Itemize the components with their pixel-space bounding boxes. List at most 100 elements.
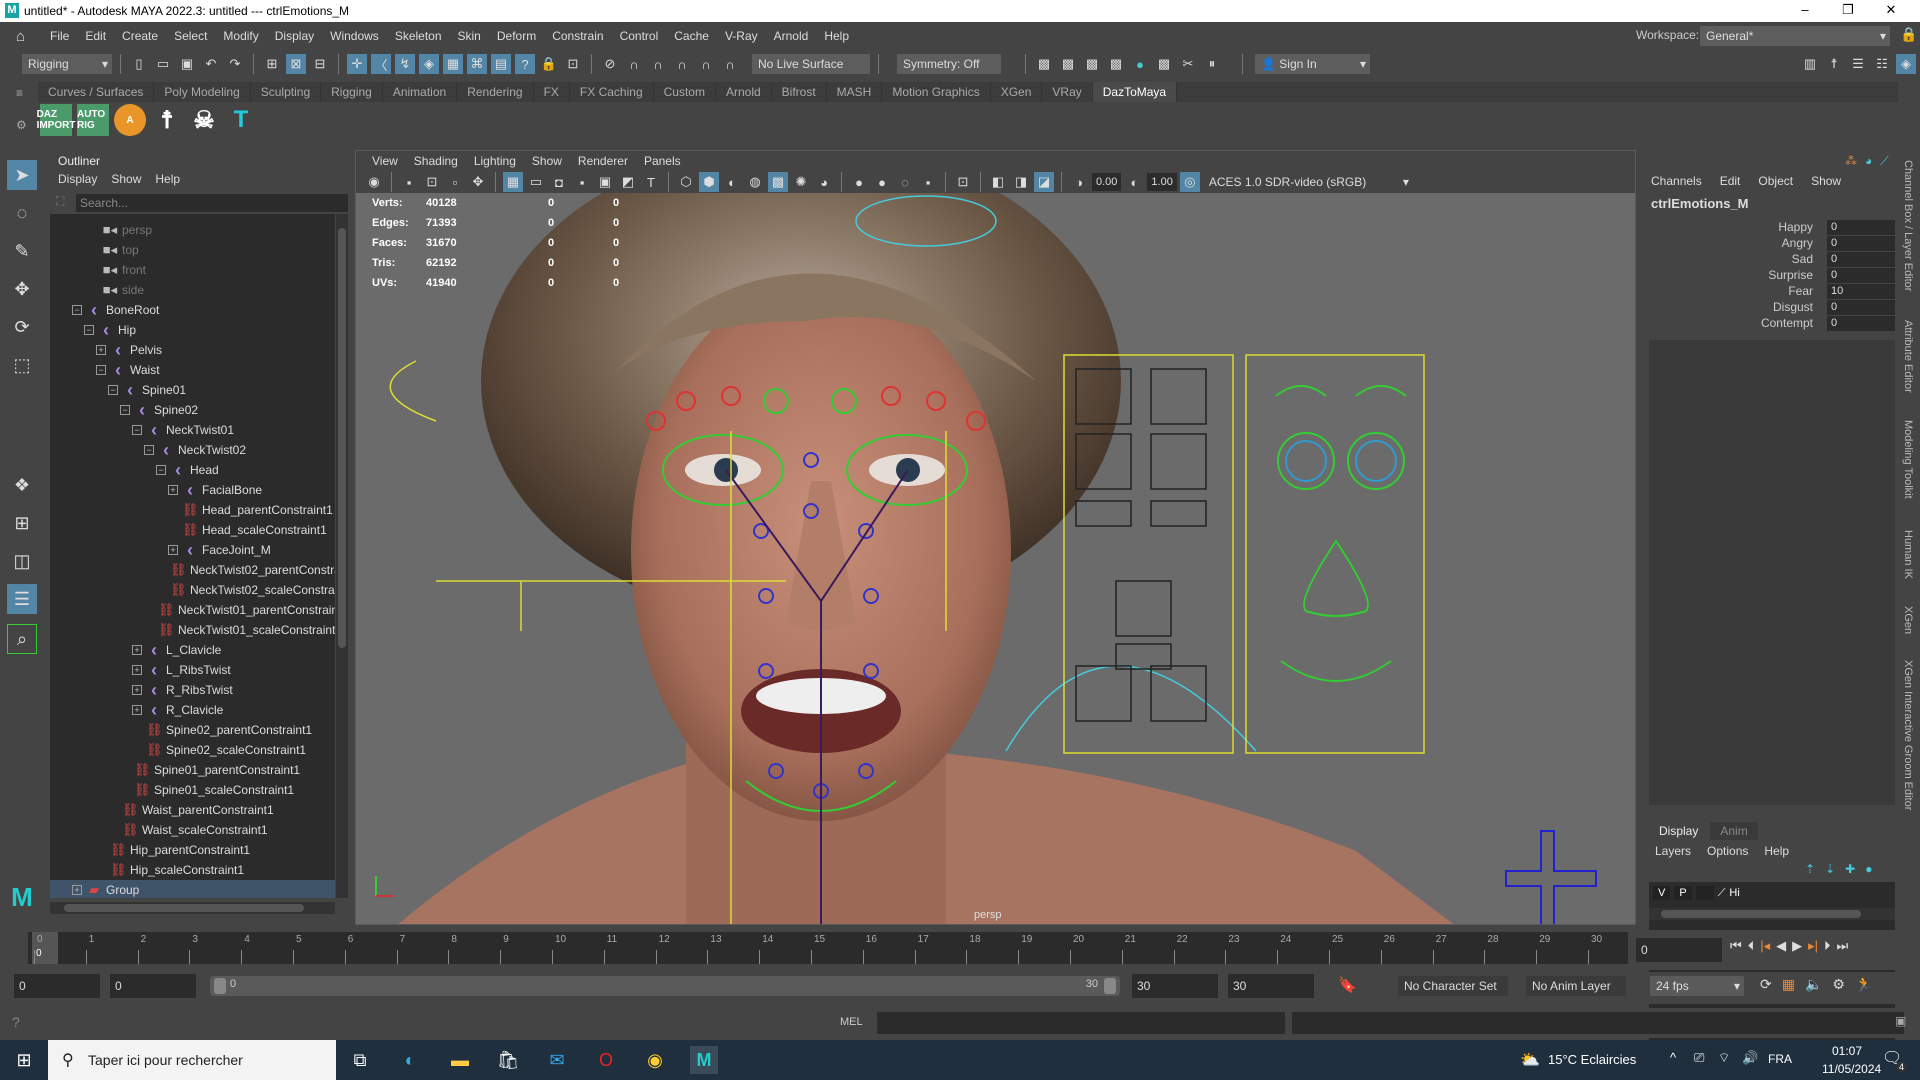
- outliner-item[interactable]: − ‹ Hip: [50, 320, 335, 340]
- outliner-item[interactable]: − ‹ Spine02: [50, 400, 335, 420]
- script-language-button[interactable]: MEL: [840, 1016, 863, 1028]
- collapse-icon[interactable]: −: [120, 405, 130, 415]
- xray-icon[interactable]: ◧: [988, 172, 1008, 192]
- menu-cache[interactable]: Cache: [666, 29, 717, 43]
- new-layer-icon[interactable]: ✚: [1845, 862, 1855, 876]
- channel-menu-edit[interactable]: Edit: [1720, 174, 1741, 188]
- open-scene-icon[interactable]: ▭: [153, 54, 173, 74]
- side-tab-xgen-interactive-groom-editor[interactable]: XGen Interactive Groom Editor: [1902, 660, 1914, 810]
- new-scene-icon[interactable]: ▯: [129, 54, 149, 74]
- channel-attr-surprise[interactable]: Surprise 0: [1645, 268, 1895, 284]
- figure-icon[interactable]: ☨: [151, 104, 183, 136]
- shelf-tab-vray[interactable]: VRay: [1042, 82, 1093, 102]
- expand-icon[interactable]: +: [168, 485, 178, 495]
- outliner-menu-display[interactable]: Display: [58, 172, 97, 186]
- select-hierarchy-icon[interactable]: ⊞: [262, 54, 282, 74]
- xray-joints-icon[interactable]: ◨: [1011, 172, 1031, 192]
- shelf-tab-rendering[interactable]: Rendering: [457, 82, 534, 102]
- lock-icon[interactable]: 🔒: [1900, 26, 1917, 43]
- outliner-item[interactable]: ⛓ NeckTwist02_parentConstrai: [50, 560, 335, 580]
- smooth-shade-icon[interactable]: ⬢: [699, 172, 719, 192]
- outliner-item[interactable]: ⛓ Spine01_scaleConstraint1: [50, 780, 335, 800]
- paint-select-icon[interactable]: ✎: [7, 236, 37, 266]
- layer-tab-display[interactable]: Display: [1649, 822, 1709, 840]
- select-component-icon[interactable]: ⊟: [310, 54, 330, 74]
- lock-icon[interactable]: 🔒: [539, 54, 559, 74]
- menu-select[interactable]: Select: [166, 29, 215, 43]
- attribute-editor-icon[interactable]: ☰: [1848, 54, 1868, 74]
- image-plane-icon[interactable]: ▫: [445, 172, 465, 192]
- show-hidden-icons[interactable]: ^: [1670, 1050, 1676, 1065]
- go-to-start-icon[interactable]: ⏮: [1730, 938, 1742, 954]
- home-icon[interactable]: ⌂: [8, 28, 33, 45]
- sound-icon[interactable]: 🔈: [1805, 976, 1822, 993]
- outliner-menu-help[interactable]: Help: [155, 172, 180, 186]
- layer-name[interactable]: Hi: [1729, 887, 1739, 899]
- menu-v-ray[interactable]: V-Ray: [717, 29, 766, 43]
- layer-row[interactable]: V P ⟋ Hi: [1653, 886, 1740, 900]
- use-all-lights-icon[interactable]: ✺: [791, 172, 811, 192]
- outliner-item[interactable]: + ‹ Pelvis: [50, 340, 335, 360]
- magnet-vertex-icon[interactable]: ∩: [720, 54, 740, 74]
- collapse-icon[interactable]: −: [84, 325, 94, 335]
- channel-attr-value[interactable]: 0: [1827, 236, 1895, 251]
- expand-icon[interactable]: +: [168, 545, 178, 555]
- layer-playback-toggle[interactable]: P: [1674, 886, 1692, 900]
- xray-active-icon[interactable]: ◪: [1034, 172, 1054, 192]
- snap-plane-icon[interactable]: ▤: [491, 54, 511, 74]
- menu-skeleton[interactable]: Skeleton: [387, 29, 450, 43]
- channel-attr-value[interactable]: 0: [1827, 220, 1895, 235]
- viewport-persp[interactable]: View Shading Lighting Show Renderer Panels ◉ …: [355, 150, 1636, 925]
- outliner-vertical-scrollbar[interactable]: [336, 214, 348, 898]
- camera-select-icon[interactable]: ◉: [364, 172, 384, 192]
- exposure-field[interactable]: 0.00: [1092, 173, 1122, 191]
- side-tab-attribute-editor[interactable]: Attribute Editor: [1902, 320, 1914, 393]
- step-forward-frame-icon[interactable]: ⏵: [1824, 938, 1831, 954]
- input-language[interactable]: FRA: [1768, 1052, 1792, 1066]
- pick-icon[interactable]: ⊡: [563, 54, 583, 74]
- clock-date[interactable]: 11/05/2024: [1822, 1062, 1881, 1076]
- animation-start-field[interactable]: 0: [14, 974, 100, 998]
- rotate-tool-icon[interactable]: ⟳: [7, 312, 37, 342]
- expand-icon[interactable]: +: [132, 645, 142, 655]
- new-layer-selected-icon[interactable]: ●: [1865, 862, 1872, 876]
- bookmark-icon[interactable]: ⊡: [422, 172, 442, 192]
- scale-tool-icon[interactable]: ⬚: [7, 350, 37, 380]
- outliner-item[interactable]: ⛓ Hip_scaleConstraint1: [50, 860, 335, 880]
- opera-icon[interactable]: O: [592, 1046, 620, 1074]
- fps-dropdown[interactable]: 24 fps ▾: [1650, 976, 1744, 996]
- script-editor-icon[interactable]: ▣: [1895, 1014, 1906, 1028]
- layer-menu-options[interactable]: Options: [1707, 844, 1748, 858]
- outliner-item[interactable]: − ‹ BoneRoot: [50, 300, 335, 320]
- shelf-tab-daztomaya[interactable]: DazToMaya: [1092, 82, 1178, 102]
- wireframe-icon[interactable]: ⬡: [676, 172, 696, 192]
- move-layer-down-icon[interactable]: ⇣: [1825, 862, 1835, 876]
- outliner-item[interactable]: + ‹ FaceJoint_M: [50, 540, 335, 560]
- expand-icon[interactable]: +: [132, 665, 142, 675]
- channel-attr-happy[interactable]: Happy 0: [1645, 220, 1895, 236]
- layer-color-icon[interactable]: ⟋: [1718, 887, 1726, 900]
- windows-start-icon[interactable]: ⊞: [10, 1046, 38, 1074]
- auto-rig-icon[interactable]: AUTO RIG: [77, 104, 109, 136]
- channel-attr-contempt[interactable]: Contempt 0: [1645, 316, 1895, 332]
- outliner-item[interactable]: − ‹ Spine01: [50, 380, 335, 400]
- lasso-tool-icon[interactable]: ◌: [7, 198, 37, 228]
- outliner-item[interactable]: ⛓ Waist_parentConstraint1: [50, 800, 335, 820]
- human-ik-icon[interactable]: ☨: [1824, 54, 1844, 74]
- side-tab-human-ik[interactable]: Human IK: [1902, 530, 1914, 579]
- pause-icon[interactable]: ⏸: [1202, 54, 1222, 74]
- outliner-item[interactable]: ■◂ top: [50, 240, 335, 260]
- channel-attr-fear[interactable]: Fear 10: [1645, 284, 1895, 300]
- outliner-item[interactable]: ⛓ NeckTwist02_scaleConstraint: [50, 580, 335, 600]
- outliner-item[interactable]: − ‹ Waist: [50, 360, 335, 380]
- side-tab-channel-box-layer-editor[interactable]: Channel Box / Layer Editor: [1902, 160, 1914, 291]
- arnold-icon[interactable]: ◕: [1865, 154, 1872, 169]
- t-pose-icon[interactable]: T: [225, 104, 257, 136]
- live-surface-field[interactable]: No Live Surface: [752, 54, 870, 74]
- field-chart-icon[interactable]: ▣: [595, 172, 615, 192]
- channel-attr-value[interactable]: 0: [1827, 316, 1895, 331]
- menu-modify[interactable]: Modify: [215, 29, 266, 43]
- edge-icon[interactable]: ◐: [396, 1046, 424, 1074]
- menu-constrain[interactable]: Constrain: [544, 29, 611, 43]
- help-line-icon[interactable]: ?: [12, 1014, 20, 1030]
